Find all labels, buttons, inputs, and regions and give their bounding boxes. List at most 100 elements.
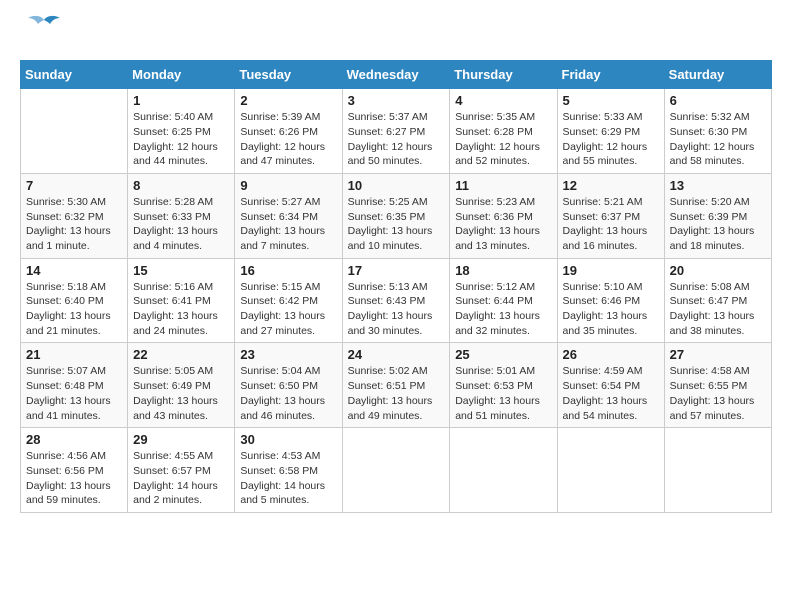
- calendar-cell: 18 Sunrise: 5:12 AM Sunset: 6:44 PM Dayli…: [450, 258, 557, 343]
- calendar-cell: 1 Sunrise: 5:40 AM Sunset: 6:25 PM Daylig…: [128, 89, 235, 174]
- day-content: Sunrise: 5:39 AM Sunset: 6:26 PM Dayligh…: [240, 110, 336, 169]
- day-content: Sunrise: 5:13 AM Sunset: 6:43 PM Dayligh…: [348, 280, 445, 339]
- day-content: Sunrise: 5:32 AM Sunset: 6:30 PM Dayligh…: [670, 110, 766, 169]
- calendar-cell: 25 Sunrise: 5:01 AM Sunset: 6:53 PM Dayli…: [450, 343, 557, 428]
- day-content: Sunrise: 5:33 AM Sunset: 6:29 PM Dayligh…: [563, 110, 659, 169]
- day-number: 12: [563, 178, 659, 193]
- day-content: Sunrise: 4:58 AM Sunset: 6:55 PM Dayligh…: [670, 364, 766, 423]
- day-number: 14: [26, 263, 122, 278]
- day-number: 20: [670, 263, 766, 278]
- calendar-week-row: 7 Sunrise: 5:30 AM Sunset: 6:32 PM Daylig…: [21, 173, 772, 258]
- header-day-friday: Friday: [557, 61, 664, 89]
- calendar-cell: 19 Sunrise: 5:10 AM Sunset: 6:46 PM Dayli…: [557, 258, 664, 343]
- day-number: 9: [240, 178, 336, 193]
- day-content: Sunrise: 5:01 AM Sunset: 6:53 PM Dayligh…: [455, 364, 551, 423]
- day-number: 26: [563, 347, 659, 362]
- header-day-saturday: Saturday: [664, 61, 771, 89]
- page-header: [20, 20, 772, 44]
- header-day-wednesday: Wednesday: [342, 61, 450, 89]
- calendar-week-row: 21Sunrise: 5:07 AM Sunset: 6:48 PM Dayli…: [21, 343, 772, 428]
- day-number: 28: [26, 432, 122, 447]
- day-content: Sunrise: 5:37 AM Sunset: 6:27 PM Dayligh…: [348, 110, 445, 169]
- day-number: 11: [455, 178, 551, 193]
- calendar-cell: 6Sunrise: 5:32 AM Sunset: 6:30 PM Daylig…: [664, 89, 771, 174]
- calendar-cell: 11 Sunrise: 5:23 AM Sunset: 6:36 PM Dayli…: [450, 173, 557, 258]
- calendar-cell: 2 Sunrise: 5:39 AM Sunset: 6:26 PM Daylig…: [235, 89, 342, 174]
- day-content: Sunrise: 5:20 AM Sunset: 6:39 PM Dayligh…: [670, 195, 766, 254]
- calendar-cell: [557, 428, 664, 513]
- day-number: 18: [455, 263, 551, 278]
- calendar-cell: 12 Sunrise: 5:21 AM Sunset: 6:37 PM Dayli…: [557, 173, 664, 258]
- day-number: 27: [670, 347, 766, 362]
- logo: [20, 20, 62, 44]
- calendar-cell: [450, 428, 557, 513]
- day-content: Sunrise: 5:35 AM Sunset: 6:28 PM Dayligh…: [455, 110, 551, 169]
- day-content: Sunrise: 5:16 AM Sunset: 6:41 PM Dayligh…: [133, 280, 229, 339]
- day-number: 16: [240, 263, 336, 278]
- day-number: 19: [563, 263, 659, 278]
- day-number: 23: [240, 347, 336, 362]
- day-number: 30: [240, 432, 336, 447]
- calendar-cell: 7 Sunrise: 5:30 AM Sunset: 6:32 PM Daylig…: [21, 173, 128, 258]
- calendar-cell: 26 Sunrise: 4:59 AM Sunset: 6:54 PM Dayli…: [557, 343, 664, 428]
- day-content: Sunrise: 4:55 AM Sunset: 6:57 PM Dayligh…: [133, 449, 229, 508]
- day-number: 5: [563, 93, 659, 108]
- calendar-week-row: 28 Sunrise: 4:56 AM Sunset: 6:56 PM Dayli…: [21, 428, 772, 513]
- day-number: 7: [26, 178, 122, 193]
- header-day-tuesday: Tuesday: [235, 61, 342, 89]
- calendar-cell: 10Sunrise: 5:25 AM Sunset: 6:35 PM Dayli…: [342, 173, 450, 258]
- day-content: Sunrise: 5:10 AM Sunset: 6:46 PM Dayligh…: [563, 280, 659, 339]
- day-content: Sunrise: 5:28 AM Sunset: 6:33 PM Dayligh…: [133, 195, 229, 254]
- calendar-cell: 16 Sunrise: 5:15 AM Sunset: 6:42 PM Dayli…: [235, 258, 342, 343]
- day-content: Sunrise: 5:30 AM Sunset: 6:32 PM Dayligh…: [26, 195, 122, 254]
- day-content: Sunrise: 5:40 AM Sunset: 6:25 PM Dayligh…: [133, 110, 229, 169]
- day-number: 4: [455, 93, 551, 108]
- day-content: Sunrise: 5:27 AM Sunset: 6:34 PM Dayligh…: [240, 195, 336, 254]
- calendar-cell: 5 Sunrise: 5:33 AM Sunset: 6:29 PM Daylig…: [557, 89, 664, 174]
- day-number: 13: [670, 178, 766, 193]
- day-number: 15: [133, 263, 229, 278]
- calendar-cell: 3 Sunrise: 5:37 AM Sunset: 6:27 PM Daylig…: [342, 89, 450, 174]
- logo-bird-icon: [26, 14, 62, 42]
- day-content: Sunrise: 5:23 AM Sunset: 6:36 PM Dayligh…: [455, 195, 551, 254]
- calendar-cell: 30 Sunrise: 4:53 AM Sunset: 6:58 PM Dayli…: [235, 428, 342, 513]
- calendar-cell: 17Sunrise: 5:13 AM Sunset: 6:43 PM Dayli…: [342, 258, 450, 343]
- day-content: Sunrise: 4:56 AM Sunset: 6:56 PM Dayligh…: [26, 449, 122, 508]
- day-content: Sunrise: 5:12 AM Sunset: 6:44 PM Dayligh…: [455, 280, 551, 339]
- calendar-cell: 27 Sunrise: 4:58 AM Sunset: 6:55 PM Dayli…: [664, 343, 771, 428]
- day-number: 1: [133, 93, 229, 108]
- calendar-week-row: 14Sunrise: 5:18 AM Sunset: 6:40 PM Dayli…: [21, 258, 772, 343]
- calendar-cell: 24Sunrise: 5:02 AM Sunset: 6:51 PM Dayli…: [342, 343, 450, 428]
- day-content: Sunrise: 4:59 AM Sunset: 6:54 PM Dayligh…: [563, 364, 659, 423]
- day-content: Sunrise: 5:08 AM Sunset: 6:47 PM Dayligh…: [670, 280, 766, 339]
- day-number: 25: [455, 347, 551, 362]
- calendar-table: SundayMondayTuesdayWednesdayThursdayFrid…: [20, 60, 772, 513]
- calendar-cell: 20 Sunrise: 5:08 AM Sunset: 6:47 PM Dayli…: [664, 258, 771, 343]
- day-content: Sunrise: 5:04 AM Sunset: 6:50 PM Dayligh…: [240, 364, 336, 423]
- day-number: 3: [348, 93, 445, 108]
- header-day-monday: Monday: [128, 61, 235, 89]
- calendar-cell: [664, 428, 771, 513]
- calendar-cell: 9 Sunrise: 5:27 AM Sunset: 6:34 PM Daylig…: [235, 173, 342, 258]
- day-number: 22: [133, 347, 229, 362]
- calendar-cell: 4 Sunrise: 5:35 AM Sunset: 6:28 PM Daylig…: [450, 89, 557, 174]
- day-content: Sunrise: 5:05 AM Sunset: 6:49 PM Dayligh…: [133, 364, 229, 423]
- day-content: Sunrise: 4:53 AM Sunset: 6:58 PM Dayligh…: [240, 449, 336, 508]
- header-day-sunday: Sunday: [21, 61, 128, 89]
- calendar-header-row: SundayMondayTuesdayWednesdayThursdayFrid…: [21, 61, 772, 89]
- calendar-cell: 21Sunrise: 5:07 AM Sunset: 6:48 PM Dayli…: [21, 343, 128, 428]
- calendar-cell: 13 Sunrise: 5:20 AM Sunset: 6:39 PM Dayli…: [664, 173, 771, 258]
- calendar-cell: 14Sunrise: 5:18 AM Sunset: 6:40 PM Dayli…: [21, 258, 128, 343]
- calendar-body: 1 Sunrise: 5:40 AM Sunset: 6:25 PM Daylig…: [21, 89, 772, 513]
- day-number: 8: [133, 178, 229, 193]
- day-content: Sunrise: 5:02 AM Sunset: 6:51 PM Dayligh…: [348, 364, 445, 423]
- calendar-cell: 23 Sunrise: 5:04 AM Sunset: 6:50 PM Dayli…: [235, 343, 342, 428]
- day-content: Sunrise: 5:21 AM Sunset: 6:37 PM Dayligh…: [563, 195, 659, 254]
- calendar-cell: 29Sunrise: 4:55 AM Sunset: 6:57 PM Dayli…: [128, 428, 235, 513]
- calendar-cell: [342, 428, 450, 513]
- day-number: 10: [348, 178, 445, 193]
- calendar-week-row: 1 Sunrise: 5:40 AM Sunset: 6:25 PM Daylig…: [21, 89, 772, 174]
- day-number: 2: [240, 93, 336, 108]
- calendar-cell: 22 Sunrise: 5:05 AM Sunset: 6:49 PM Dayli…: [128, 343, 235, 428]
- day-content: Sunrise: 5:15 AM Sunset: 6:42 PM Dayligh…: [240, 280, 336, 339]
